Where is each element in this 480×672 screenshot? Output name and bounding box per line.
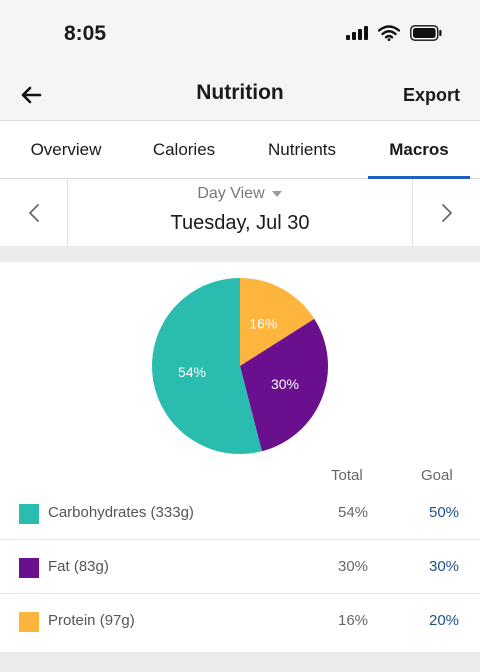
fat-color-swatch: [19, 558, 39, 578]
day-navigator: Day View Tuesday, Jul 30: [0, 179, 480, 246]
macro-row-protein: Protein (97g) 16% 20%: [0, 594, 480, 648]
selected-date: Tuesday, Jul 30: [170, 212, 310, 234]
chevron-right-icon: [441, 203, 452, 222]
total-column-header: Total: [331, 467, 363, 484]
nav-bar: Nutrition Export: [0, 70, 480, 120]
macros-content: 16% 30% 54% Total Goal Carbohydrates (333g…: [0, 262, 480, 652]
macro-goal: 30%: [429, 558, 460, 575]
section-divider: [0, 246, 480, 262]
caret-down-icon: [271, 191, 282, 197]
day-view-dropdown[interactable]: Day View: [68, 185, 412, 203]
macro-name: Carbohydrates (333g): [48, 504, 194, 521]
macro-row-carbohydrates: Carbohydrates (333g) 54% 50%: [0, 486, 480, 540]
tab-nutrients[interactable]: Nutrients: [244, 121, 360, 179]
macro-total: 54%: [338, 504, 369, 521]
pie-label-protein: 16%: [249, 316, 277, 332]
previous-day-button[interactable]: [0, 179, 68, 246]
pie-chart-svg: 16% 30% 54%: [152, 278, 328, 454]
macro-name: Fat (83g): [48, 558, 109, 575]
tab-overview[interactable]: Overview: [10, 121, 122, 179]
bottom-divider: [0, 652, 480, 672]
pie-label-carbohydrates: 54%: [178, 364, 206, 380]
pie-label-fat: 30%: [271, 376, 299, 392]
battery-icon: [410, 25, 442, 41]
status-time: 8:05: [64, 22, 107, 45]
macro-goal: 20%: [429, 612, 460, 629]
protein-color-swatch: [19, 612, 39, 632]
macro-row-fat: Fat (83g) 30% 30%: [0, 540, 480, 594]
macro-goal: 50%: [429, 504, 460, 521]
wifi-icon: [378, 25, 400, 41]
macros-pie-chart: 16% 30% 54%: [150, 276, 330, 456]
chevron-left-icon: [28, 203, 39, 222]
macro-total: 16%: [338, 612, 369, 629]
next-day-button[interactable]: [412, 179, 480, 246]
macro-total: 30%: [338, 558, 369, 575]
status-icons: [346, 25, 442, 41]
carbohydrates-color-swatch: [19, 504, 39, 524]
macros-list: Carbohydrates (333g) 54% 50% Fat (83g) 3…: [0, 486, 480, 648]
tab-calories[interactable]: Calories: [128, 121, 240, 179]
tab-macros[interactable]: Macros: [368, 121, 470, 179]
export-button[interactable]: Export: [403, 85, 460, 106]
goal-column-header: Goal: [421, 467, 453, 484]
status-bar: 8:05: [0, 0, 480, 70]
cellular-signal-icon: [346, 26, 368, 40]
macro-name: Protein (97g): [48, 612, 135, 629]
tab-bar: Overview Calories Nutrients Macros: [0, 120, 480, 179]
day-view-label: Day View: [197, 185, 265, 202]
